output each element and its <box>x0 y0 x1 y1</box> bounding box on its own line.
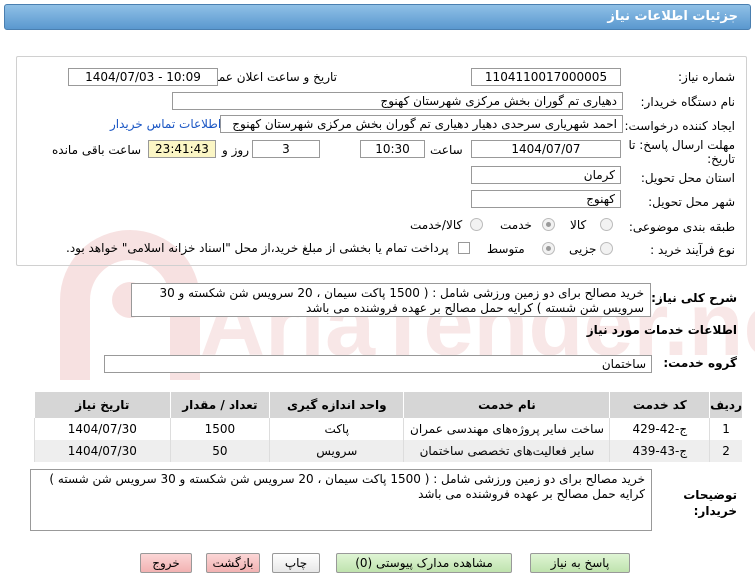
deadline-label: مهلت ارسال پاسخ: تا <box>628 138 735 152</box>
city-label: شهر محل تحویل: <box>648 195 735 209</box>
table-row: 2 ج-43-439 سایر فعالیت‌های تخصصی ساختمان… <box>34 440 742 462</box>
process-small-radio[interactable] <box>600 242 613 255</box>
buyer-notes-text: خرید مصالح برای دو زمین ورزشی شامل : ( 1… <box>30 469 652 531</box>
service-group-field: ساختمان <box>104 355 652 373</box>
services-title: اطلاعات خدمات مورد نیاز <box>586 323 737 337</box>
treasury-note: پرداخت تمام یا بخشی از مبلغ خرید،از محل … <box>66 241 449 255</box>
details-panel <box>16 56 747 266</box>
cell-qty: 1500 <box>169 418 270 440</box>
deadline-date-field: 1404/07/07 <box>471 140 621 158</box>
cell-row: 2 <box>709 440 742 462</box>
deadline-time-label: ساعت <box>430 143 463 157</box>
announce-field: 1404/07/03 - 10:09 <box>68 68 218 86</box>
back-button[interactable]: بازگشت <box>206 553 260 573</box>
print-button[interactable]: چاپ <box>272 553 320 573</box>
category-goods-radio[interactable] <box>600 218 613 231</box>
creator-label: ایجاد کننده درخواست: <box>624 119 735 133</box>
col-name: نام خدمت <box>403 392 610 418</box>
description-label: شرح کلی نیاز: <box>651 291 737 305</box>
cell-qty: 50 <box>169 440 270 462</box>
days-label: روز و <box>222 143 249 157</box>
buyer-notes-label: توضیحات <box>683 488 737 502</box>
reply-button[interactable]: پاسخ به نیاز <box>530 553 630 573</box>
cell-date: 1404/07/30 <box>34 418 171 440</box>
service-group-label: گروه خدمت: <box>663 356 737 370</box>
page-header: جزئیات اطلاعات نیاز <box>4 4 751 30</box>
category-label: طبقه بندی موضوعی: <box>628 220 735 234</box>
province-label: استان محل تحویل: <box>640 171 735 185</box>
category-both-label: کالا/خدمت <box>410 218 463 232</box>
city-field: کهنوج <box>471 190 621 208</box>
deadline-time-field: 10:30 <box>360 140 425 158</box>
exit-button[interactable]: خروج <box>140 553 192 573</box>
cell-code: ج-43-439 <box>609 440 710 462</box>
cell-row: 1 <box>709 418 742 440</box>
cell-unit: سرویس <box>269 440 404 462</box>
cell-date: 1404/07/30 <box>34 440 171 462</box>
remaining-time-field: 23:41:43 <box>148 140 216 158</box>
days-field: 3 <box>252 140 320 158</box>
table-row: 1 ج-42-429 ساخت سایر پروژه‌های مهندسی عم… <box>34 418 742 440</box>
cell-code: ج-42-429 <box>609 418 710 440</box>
buyer-notes-label-2: خریدار: <box>693 504 737 518</box>
province-field: کرمان <box>471 166 621 184</box>
remaining-time-label: ساعت باقی مانده <box>52 143 142 157</box>
col-row: ردیف <box>709 392 742 418</box>
buyer-org-label: نام دستگاه خریدار: <box>640 95 736 109</box>
process-label: نوع فرآیند خرید : <box>650 243 735 257</box>
creator-field: احمد شهریاری سرحدی دهیار دهیاری تم گوران… <box>220 115 623 133</box>
process-medium-radio[interactable] <box>542 242 555 255</box>
deadline-date-label: تاریخ: <box>707 152 735 166</box>
process-medium-label: متوسط <box>487 242 525 256</box>
process-small-label: جزیی <box>569 242 597 256</box>
buyer-contact-link[interactable]: اطلاعات تماس خریدار <box>110 117 221 131</box>
category-goods-label: کالا <box>570 218 587 232</box>
buyer-org-field: دهیاری تم گوران بخش مرکزی شهرستان کهنوج <box>172 92 623 110</box>
col-qty: تعداد / مقدار <box>169 392 270 418</box>
cell-name: سایر فعالیت‌های تخصصی ساختمان <box>403 440 610 462</box>
category-service-label: خدمت <box>500 218 532 232</box>
col-date: تاریخ نیاز <box>34 392 171 418</box>
attachments-button[interactable]: مشاهده مدارک پیوستی (0) <box>336 553 512 573</box>
services-table: ردیف کد خدمت نام خدمت واحد اندازه گیری ت… <box>34 392 742 462</box>
need-number-label: شماره نیاز: <box>678 70 735 84</box>
category-both-radio[interactable] <box>470 218 483 231</box>
col-code: کد خدمت <box>609 392 710 418</box>
treasury-checkbox[interactable] <box>458 242 470 254</box>
category-service-radio[interactable] <box>542 218 555 231</box>
cell-name: ساخت سایر پروژه‌های مهندسی عمران <box>403 418 610 440</box>
need-number-field: 1104110017000005 <box>471 68 621 86</box>
description-text: خرید مصالح برای دو زمین ورزشی شامل : ( 1… <box>131 283 651 317</box>
cell-unit: پاکت <box>269 418 404 440</box>
col-unit: واحد اندازه گیری <box>269 392 404 418</box>
